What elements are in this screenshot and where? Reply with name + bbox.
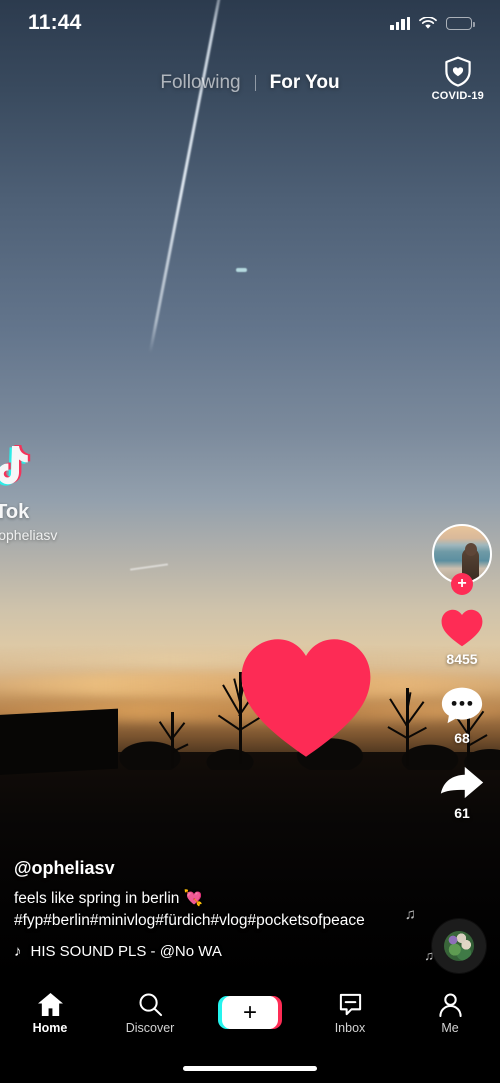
cloud-band [0,652,500,668]
bare-tree-silhouette [152,712,192,768]
tab-divider [254,75,256,91]
wifi-icon [419,16,437,29]
caption-text: feels like spring in berlin 💘 [14,890,204,907]
nav-item-discover[interactable]: Discover [100,988,200,1035]
comment-button[interactable]: 68 [440,685,484,746]
nav-item-me[interactable]: Me [400,988,500,1035]
caption-username[interactable]: @opheliasv [14,858,396,879]
home-icon [37,992,63,1017]
status-icons [390,16,475,30]
nav-label-discover: Discover [125,1021,175,1035]
home-indicator [183,1066,317,1071]
status-clock: 11:44 [28,11,82,34]
comment-icon [441,687,483,724]
tiktok-app-screen: 11:44 Following For You COVID-19 ok ophe… [0,0,500,1083]
person-icon [438,993,462,1017]
spinning-record[interactable] [432,919,486,973]
tab-following[interactable]: Following [160,72,240,94]
like-count: 8455 [446,651,478,667]
create-plus-icon: + [222,996,278,1029]
tab-for-you[interactable]: For You [270,72,340,94]
airplane-contrail [148,0,228,353]
sound-row[interactable]: ♪ HIS SOUND PLS - @No WA [14,943,396,960]
status-bar: 11:44 [0,0,500,46]
nav-item-inbox[interactable]: Inbox [300,988,400,1035]
shield-heart-icon [445,56,471,87]
airplane-icon [236,268,247,272]
secondary-contrail [130,563,168,571]
video-player[interactable] [0,0,500,980]
creator-avatar[interactable]: + [432,524,492,595]
share-button[interactable]: 61 [439,764,485,821]
music-note-icon: ♪ [14,943,22,960]
cellular-bars-icon [390,16,410,30]
comment-count: 68 [454,730,470,746]
caption-hashtags[interactable]: #fyp#berlin#minivlog#fürdich#vlog#pocket… [14,910,396,932]
like-button[interactable]: 8455 [440,608,484,667]
sound-title: HIS SOUND PLS - @No WA [30,943,222,960]
bare-tree-silhouette [210,672,270,764]
covid-info-button[interactable]: COVID-19 [432,56,484,102]
share-count: 61 [454,805,470,821]
search-icon [138,993,162,1017]
building-silhouette [0,708,118,776]
nav-label-me: Me [441,1021,459,1035]
bare-tree-silhouette [380,688,434,766]
battery-low-icon [446,16,475,30]
action-rail: + 8455 68 61 [432,524,492,839]
create-video-button[interactable]: + [218,996,282,1029]
caption-block: @opheliasv feels like spring in berlin 💘… [14,858,396,960]
nav-label-inbox: Inbox [334,1021,366,1035]
nav-label-home: Home [32,1021,68,1035]
feed-tabs: Following For You [0,58,500,108]
heart-icon [441,609,483,647]
album-art [444,931,474,961]
inbox-icon [339,993,361,1016]
follow-button[interactable]: + [451,573,473,595]
nav-item-create[interactable]: + [200,988,300,1029]
covid-label: COVID-19 [431,90,484,102]
share-arrow-icon [440,766,484,799]
nav-item-home[interactable]: Home [0,988,100,1035]
